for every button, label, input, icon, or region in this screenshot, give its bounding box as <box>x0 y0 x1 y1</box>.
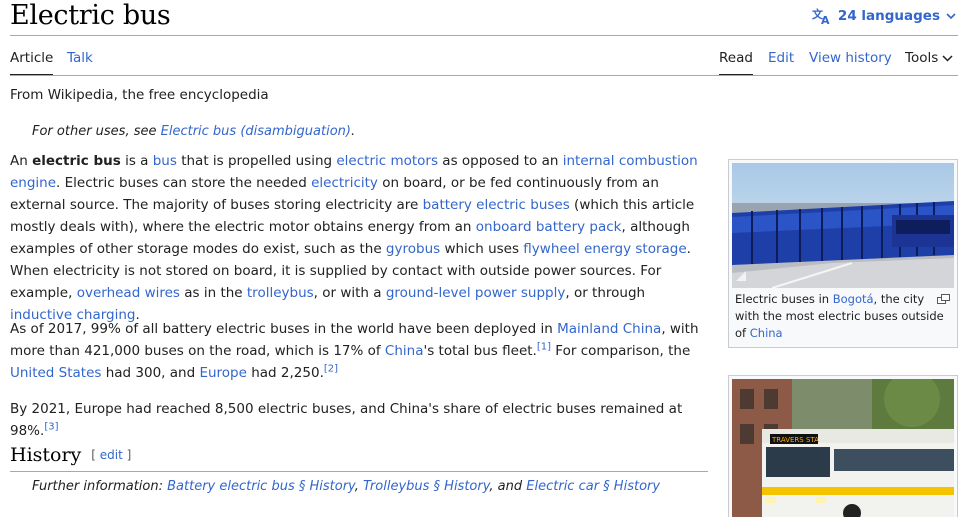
bus-destination-sign: TRAVERS STA <box>771 436 819 444</box>
translate-icon: 文 A <box>812 7 832 25</box>
disambiguation-link[interactable]: Electric bus (disambiguation) <box>161 124 351 139</box>
page-tabs: Article Talk Read Edit View history Tool… <box>0 44 962 76</box>
trolleybus-image[interactable]: TRAVERS STA <box>732 379 954 517</box>
tab-talk[interactable]: Talk <box>67 49 93 67</box>
link-europe[interactable]: Europe <box>199 365 246 381</box>
link-battery-electric-bus-history[interactable]: Battery electric bus § History <box>167 479 355 494</box>
tools-menu[interactable]: Tools <box>905 49 953 67</box>
intro-paragraph: An electric bus is a bus that is propell… <box>10 153 698 323</box>
link-united-states[interactable]: United States <box>10 365 101 381</box>
link-electric-car-history[interactable]: Electric car § History <box>526 479 660 494</box>
link-electricity[interactable]: electricity <box>311 175 378 191</box>
figure-bogota-buses: Electric buses in Bogotá, the city with … <box>728 159 958 348</box>
site-tagline: From Wikipedia, the free encyclopedia <box>10 87 269 103</box>
link-trolleybus-history[interactable]: Trolleybus § History <box>363 479 489 494</box>
figure-1-caption: Electric buses in Bogotá, the city with … <box>732 288 954 344</box>
reference-2[interactable]: [2] <box>324 364 338 375</box>
link-electric-motors[interactable]: electric motors <box>336 153 438 169</box>
further-info-hatnote: Further information: Battery electric bu… <box>32 479 661 494</box>
tools-label: Tools <box>905 50 939 66</box>
languages-label[interactable]: 24 languages <box>838 8 940 24</box>
chevron-down-icon <box>946 12 956 20</box>
figure-trolleybus: TRAVERS STA <box>728 375 958 517</box>
section-edit: [ edit ] <box>91 448 132 462</box>
chevron-down-icon <box>942 55 953 62</box>
history-divider <box>10 471 708 472</box>
page-title: Electric bus <box>10 0 171 31</box>
link-china[interactable]: China <box>385 343 424 359</box>
svg-text:A: A <box>821 14 830 25</box>
link-mainland-china[interactable]: Mainland China <box>557 321 661 337</box>
link-battery-electric-buses[interactable]: battery electric buses <box>423 197 570 213</box>
tab-article[interactable]: Article <box>10 49 54 76</box>
tabs-divider <box>10 75 958 76</box>
link-ground-level-power-supply[interactable]: ground-level power supply <box>386 285 566 301</box>
europe-paragraph: By 2021, Europe had reached 8,500 electr… <box>10 401 683 439</box>
link-gyrobus[interactable]: gyrobus <box>386 241 440 257</box>
link-trolleybus[interactable]: trolleybus <box>247 285 314 301</box>
link-flywheel-energy-storage[interactable]: flywheel energy storage <box>523 241 686 257</box>
link-overhead-wires[interactable]: overhead wires <box>77 285 180 301</box>
language-selector[interactable]: 文 A 24 languages <box>812 7 956 25</box>
history-heading: History[ edit ] <box>10 444 132 466</box>
tab-view-history[interactable]: View history <box>809 49 892 67</box>
link-onboard-battery-pack[interactable]: onboard battery pack <box>476 219 622 235</box>
edit-section-link[interactable]: edit <box>100 448 123 462</box>
title-divider <box>10 35 958 36</box>
tab-read[interactable]: Read <box>719 49 753 76</box>
bold-term: electric bus <box>32 153 121 169</box>
stats-paragraph: As of 2017, 99% of all battery electric … <box>10 321 699 381</box>
article-body-3: By 2021, Europe had reached 8,500 electr… <box>10 398 710 442</box>
bogota-buses-image[interactable] <box>732 163 954 288</box>
reference-3[interactable]: [3] <box>44 422 58 433</box>
reference-1[interactable]: [1] <box>537 342 551 353</box>
link-bus[interactable]: bus <box>153 153 177 169</box>
link-bogota[interactable]: Bogotá <box>833 292 874 306</box>
tab-edit[interactable]: Edit <box>768 49 794 67</box>
link-china-caption[interactable]: China <box>750 326 783 340</box>
disambiguation-hatnote: For other uses, see Electric bus (disamb… <box>32 124 356 139</box>
article-body-2: As of 2017, 99% of all battery electric … <box>10 318 710 384</box>
article-body: An electric bus is a bus that is propell… <box>10 150 710 326</box>
enlarge-icon[interactable] <box>937 292 950 309</box>
